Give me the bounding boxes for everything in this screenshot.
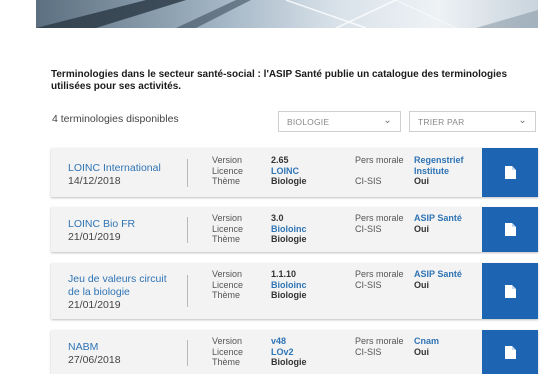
document-icon: [504, 223, 516, 236]
cisis-label: CI-SIS: [355, 279, 382, 290]
meta-labels: Version Licence Thème: [212, 269, 243, 301]
meta-values: 3.0 Bioloinc Biologie: [271, 213, 307, 245]
theme-label: Thème: [212, 357, 241, 367]
card-divider: [187, 275, 188, 307]
cisis-label: CI-SIS: [355, 176, 382, 186]
cisis-value: Oui: [414, 279, 429, 290]
card-divider: [187, 159, 188, 187]
terminology-card: NABM 27/06/2018 Version Licence Thème v4…: [51, 330, 538, 374]
terminology-title-link[interactable]: LOINC Bio FR: [68, 218, 135, 231]
licence-label: Licence: [212, 279, 244, 290]
theme-label: Thème: [212, 234, 241, 244]
pers-morale-label: Pers morale: [355, 155, 404, 165]
document-icon: [504, 284, 516, 298]
licence-label: Licence: [212, 223, 244, 234]
licence-label: Licence: [212, 165, 244, 176]
chevron-down-icon: ⌄: [518, 115, 527, 126]
sort-select-value: TRIER PAR: [418, 117, 465, 127]
meta-labels: Version Licence Thème: [212, 213, 243, 245]
terminology-card: Jeu de valeurs circuit de la biologie 21…: [51, 263, 538, 319]
terminology-date: 21/01/2019: [68, 299, 121, 311]
theme-label: Thème: [212, 176, 241, 186]
licence-value[interactable]: Bioloinc: [271, 280, 307, 291]
cisis-value: Oui: [414, 346, 429, 357]
version-label: Version: [212, 269, 243, 279]
intro-text: Terminologies dans le secteur santé-soci…: [51, 69, 508, 92]
sort-select[interactable]: TRIER PAR ⌄: [409, 111, 536, 132]
version-value: 1.1.10: [271, 269, 297, 279]
version-label: Version: [212, 213, 243, 223]
version-label: Version: [212, 336, 243, 346]
meta-values: 1.1.10 Bioloinc Biologie: [271, 269, 307, 301]
theme-value: Biologie: [271, 357, 307, 367]
pers-morale-label: Pers morale: [355, 336, 404, 346]
card-divider: [187, 340, 188, 366]
org-values: ASIP Santé Oui: [414, 213, 462, 234]
document-icon: [504, 345, 516, 359]
organisation-link-line2[interactable]: Institute: [414, 166, 464, 177]
org-labels: Pers morale CI-SIS: [355, 213, 404, 234]
card-divider: [187, 217, 188, 243]
document-icon: [504, 166, 516, 179]
terminology-date: 14/12/2018: [68, 175, 121, 187]
org-labels: Pers morale CI-SIS: [355, 336, 404, 357]
results-count: 4 terminologies disponibles: [52, 113, 179, 125]
licence-value[interactable]: LOv2: [271, 347, 307, 358]
header-banner-image: [36, 0, 538, 28]
terminology-card: LOINC International 14/12/2018 Version L…: [51, 148, 538, 197]
theme-label: Thème: [212, 290, 241, 300]
organisation-link[interactable]: Regenstrief: [414, 155, 464, 166]
terminology-date: 21/01/2019: [68, 231, 121, 243]
theme-value: Biologie: [271, 176, 307, 186]
terminology-date: 27/06/2018: [68, 354, 121, 366]
meta-labels: Version Licence Thème: [212, 155, 243, 187]
pers-morale-label: Pers morale: [355, 269, 404, 279]
version-value: 2.65: [271, 155, 289, 165]
meta-values: v48 LOv2 Biologie: [271, 336, 307, 368]
open-document-button[interactable]: [482, 148, 538, 197]
terminology-title-link[interactable]: LOINC International: [68, 162, 161, 175]
version-value: v48: [271, 336, 287, 346]
organisation-link[interactable]: ASIP Santé: [414, 213, 462, 224]
category-filter-value: BIOLOGIE: [287, 117, 330, 127]
open-document-button[interactable]: [482, 330, 538, 374]
licence-value[interactable]: LOINC: [271, 166, 307, 177]
organisation-link[interactable]: ASIP Santé: [414, 269, 462, 280]
chevron-down-icon: ⌄: [383, 115, 392, 126]
org-values: ASIP Santé Oui: [414, 269, 462, 290]
org-values: Cnam Oui: [414, 336, 439, 357]
theme-value: Biologie: [271, 234, 307, 244]
org-labels: Pers morale CI-SIS: [355, 269, 404, 290]
licence-value[interactable]: Bioloinc: [271, 224, 307, 235]
version-value: 3.0: [271, 213, 284, 223]
pers-morale-label: Pers morale: [355, 213, 404, 223]
theme-value: Biologie: [271, 290, 307, 300]
open-document-button[interactable]: [482, 207, 538, 252]
version-label: Version: [212, 155, 243, 165]
cisis-label: CI-SIS: [355, 346, 382, 357]
licence-label: Licence: [212, 346, 244, 357]
org-labels: Pers morale CI-SIS: [355, 155, 404, 187]
category-filter-select[interactable]: BIOLOGIE ⌄: [278, 111, 401, 132]
org-values: Regenstrief Institute Oui: [414, 155, 464, 187]
meta-values: 2.65 LOINC Biologie: [271, 155, 307, 187]
terminology-card: LOINC Bio FR 21/01/2019 Version Licence …: [51, 207, 538, 252]
organisation-link[interactable]: Cnam: [414, 336, 439, 347]
cisis-label: CI-SIS: [355, 223, 382, 234]
cisis-value: Oui: [414, 176, 429, 186]
meta-labels: Version Licence Thème: [212, 336, 243, 368]
banner-graphic: [36, 0, 538, 28]
open-document-button[interactable]: [482, 263, 538, 319]
terminology-title-link[interactable]: Jeu de valeurs circuit de la biologie: [68, 273, 167, 299]
terminology-title-link[interactable]: NABM: [68, 341, 98, 354]
cisis-value: Oui: [414, 223, 429, 234]
